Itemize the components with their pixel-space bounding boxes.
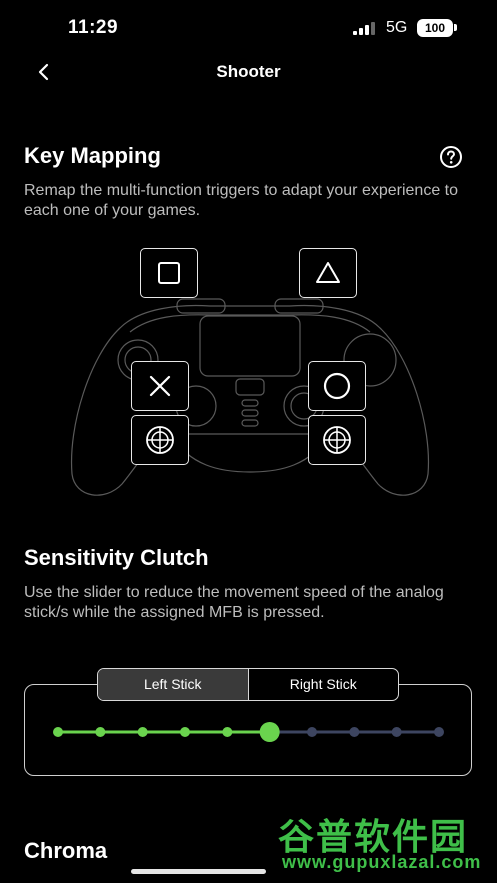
- slider-step: [180, 727, 190, 737]
- slider-step: [53, 727, 63, 737]
- left-stick-button[interactable]: [131, 415, 189, 465]
- question-circle-icon[interactable]: [439, 145, 463, 169]
- sensitivity-description: Use the slider to reduce the movement sp…: [24, 584, 444, 621]
- page-title: Shooter: [216, 62, 281, 81]
- slider-step: [391, 727, 402, 737]
- stick-selector: Left Stick Right Stick: [97, 668, 399, 701]
- sensitivity-slider[interactable]: [40, 716, 460, 748]
- square-icon: [158, 262, 180, 284]
- slider-thumb[interactable]: [259, 722, 280, 742]
- cross-button[interactable]: [131, 361, 189, 411]
- home-indicator: [131, 869, 266, 874]
- signal-icon: [353, 22, 375, 35]
- slider-step: [434, 727, 444, 737]
- key-mapping-heading: Key Mapping: [24, 143, 161, 168]
- network-type: 5G: [386, 19, 408, 36]
- circle-button[interactable]: [308, 361, 366, 411]
- key-mapping-description: Remap the multi-function triggers to ada…: [24, 182, 459, 219]
- battery-icon: 100: [417, 19, 453, 37]
- tab-left-stick[interactable]: Left Stick: [98, 669, 248, 700]
- slider-step: [307, 727, 317, 737]
- circle-icon: [323, 372, 351, 400]
- chroma-heading: Chroma: [24, 838, 108, 863]
- cross-icon: [149, 375, 171, 397]
- slider-step: [222, 727, 233, 737]
- triangle-icon: [316, 262, 340, 283]
- triangle-button[interactable]: [299, 248, 357, 298]
- battery-nub: [454, 24, 457, 31]
- right-stick-icon: [323, 426, 351, 454]
- watermark: 谷普软件园 www.gupuxlazal.com: [270, 808, 492, 880]
- slider-step: [95, 727, 106, 737]
- square-button[interactable]: [140, 248, 198, 298]
- right-stick-button[interactable]: [308, 415, 366, 465]
- slider-step: [349, 727, 360, 737]
- status-bar: 11:29 5G 100: [0, 0, 497, 52]
- left-stick-icon: [146, 426, 174, 454]
- slider-step: [137, 727, 148, 737]
- tab-right-stick[interactable]: Right Stick: [247, 669, 399, 700]
- watermark-url: www.gupuxlazal.com: [282, 852, 482, 872]
- status-time: 11:29: [68, 17, 119, 38]
- sensitivity-heading: Sensitivity Clutch: [24, 545, 209, 570]
- controller-illustration: [70, 298, 430, 496]
